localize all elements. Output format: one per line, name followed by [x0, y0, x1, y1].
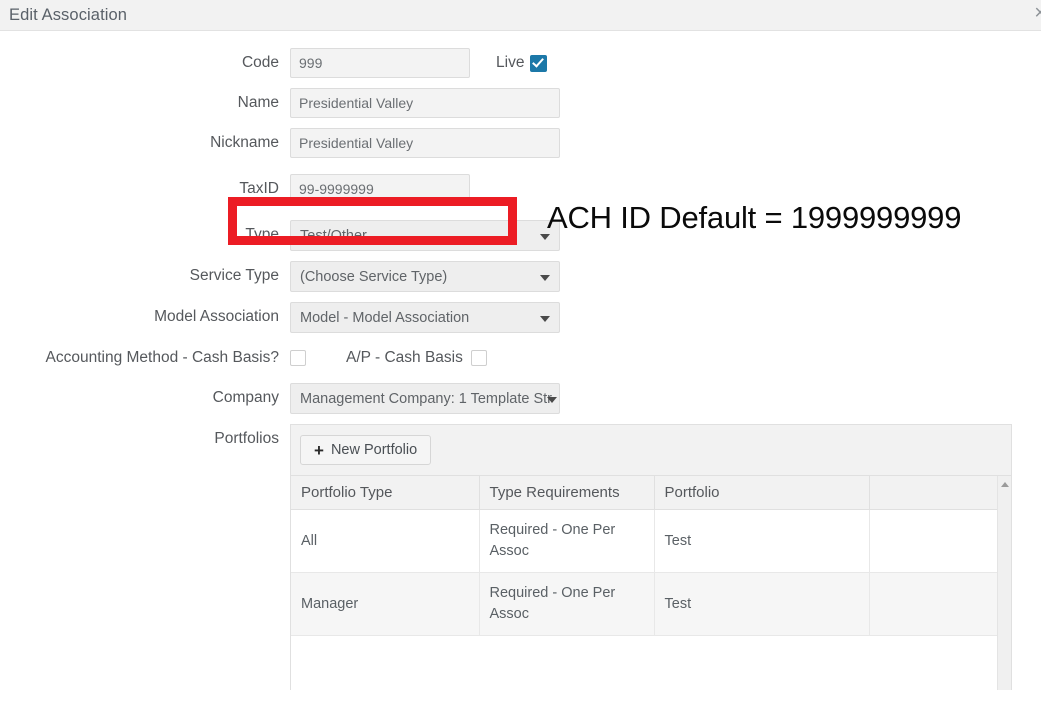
service-type-control: (Choose Service Type): [290, 261, 560, 292]
company-select[interactable]: Management Company: 1 Template Str: [290, 383, 560, 414]
name-label: Name: [237, 94, 279, 111]
nickname-input[interactable]: [290, 128, 560, 158]
portfolios-label: Portfolios: [214, 430, 279, 447]
model-association-select[interactable]: Model - Model Association: [290, 302, 560, 333]
column-header-actions[interactable]: [869, 476, 997, 510]
form-row-cash-basis: Accounting Method - Cash Basis? A/P - Ca…: [0, 343, 1041, 373]
chevron-down-icon: [540, 274, 550, 281]
live-toggle-group: Live: [496, 54, 548, 72]
scroll-up-icon[interactable]: [1000, 482, 1009, 487]
accounting-method-checkbox[interactable]: [290, 350, 306, 366]
edit-association-form: Code Live Name Nickname TaxID Type: [0, 31, 1041, 691]
portfolios-table: Portfolio Type Type Requirements Portfol…: [291, 476, 997, 637]
cell-type-requirements: Required - One Per Assoc: [479, 572, 655, 637]
company-control: Management Company: 1 Template Str: [290, 383, 560, 414]
new-portfolio-button-label: New Portfolio: [330, 442, 418, 458]
name-input[interactable]: [290, 88, 560, 118]
portfolios-toolbar: + New Portfolio: [291, 425, 1011, 476]
portfolios-panel: + New Portfolio Portfolio Type Type Requ…: [290, 424, 1012, 691]
form-row-service-type: Service Type (Choose Service Type): [0, 261, 1041, 292]
table-row[interactable]: All Required - One Per Assoc Test: [291, 509, 997, 574]
cell-portfolio: Test: [654, 572, 870, 637]
new-portfolio-button[interactable]: + New Portfolio: [300, 435, 432, 465]
modal-header: Edit Association ×: [0, 0, 1041, 31]
plus-icon: +: [314, 440, 324, 460]
service-type-select[interactable]: (Choose Service Type): [290, 261, 560, 292]
service-type-label: Service Type: [189, 267, 279, 284]
table-row[interactable]: Manager Required - One Per Assoc Test: [291, 572, 997, 637]
form-row-code: Code Live: [0, 48, 1041, 78]
live-label: Live: [496, 54, 525, 71]
taxid-label: TaxID: [239, 180, 279, 197]
cell-actions: [869, 509, 997, 574]
table-vertical-scrollbar[interactable]: [997, 476, 1011, 691]
live-checkbox[interactable]: [530, 54, 548, 72]
model-association-control: Model - Model Association: [290, 302, 560, 333]
chevron-down-icon: [540, 315, 550, 322]
cell-portfolio: Test: [654, 509, 870, 574]
cell-portfolio-type: All: [291, 509, 480, 574]
column-header-type-requirements[interactable]: Type Requirements: [479, 476, 655, 510]
name-control: [290, 88, 560, 118]
accounting-method-label: Accounting Method - Cash Basis?: [45, 349, 279, 366]
cell-type-requirements: Required - One Per Assoc: [479, 509, 655, 574]
form-row-nickname: Nickname: [0, 128, 1041, 158]
column-header-portfolio[interactable]: Portfolio: [654, 476, 870, 510]
column-header-portfolio-type[interactable]: Portfolio Type: [291, 476, 480, 510]
cell-portfolio-type: Manager: [291, 572, 480, 637]
table-header-row: Portfolio Type Type Requirements Portfol…: [291, 476, 997, 510]
cash-basis-control: A/P - Cash Basis: [290, 343, 487, 373]
nickname-label: Nickname: [210, 134, 279, 151]
taxid-control: [290, 174, 470, 204]
chevron-down-icon: [547, 396, 557, 403]
type-label: Type: [245, 226, 279, 243]
page-title: Edit Association: [9, 5, 128, 24]
code-input[interactable]: [290, 48, 470, 78]
model-association-label: Model Association: [154, 308, 279, 325]
type-select[interactable]: Test/Other: [290, 220, 560, 251]
ap-cash-basis-checkbox[interactable]: [470, 350, 487, 366]
form-row-name: Name: [0, 88, 1041, 118]
ach-id-annotation: ACH ID Default = 1999999999: [547, 200, 962, 235]
nickname-control: [290, 128, 560, 158]
company-label: Company: [212, 389, 279, 406]
ap-cash-basis-label: A/P - Cash Basis: [346, 349, 463, 366]
cell-actions: [869, 572, 997, 637]
type-select-value: Test/Other: [300, 227, 367, 244]
model-association-select-value: Model - Model Association: [300, 309, 470, 326]
code-control: Live: [290, 48, 548, 78]
close-icon[interactable]: ×: [1034, 3, 1041, 23]
form-row-model-association: Model Association Model - Model Associat…: [0, 302, 1041, 333]
taxid-input[interactable]: [290, 174, 470, 204]
form-row-company: Company Management Company: 1 Template S…: [0, 383, 1041, 414]
service-type-select-value: (Choose Service Type): [300, 268, 448, 285]
company-select-value: Management Company: 1 Template Str: [300, 390, 553, 407]
form-row-portfolios: Portfolios + New Portfolio Portfolio Typ…: [0, 424, 1041, 691]
table-empty-space: [291, 636, 997, 691]
portfolios-grid: Portfolio Type Type Requirements Portfol…: [291, 476, 1011, 691]
type-control: Test/Other: [290, 220, 560, 251]
portfolios-control: + New Portfolio Portfolio Type Type Requ…: [290, 424, 1012, 691]
code-label: Code: [241, 54, 279, 71]
